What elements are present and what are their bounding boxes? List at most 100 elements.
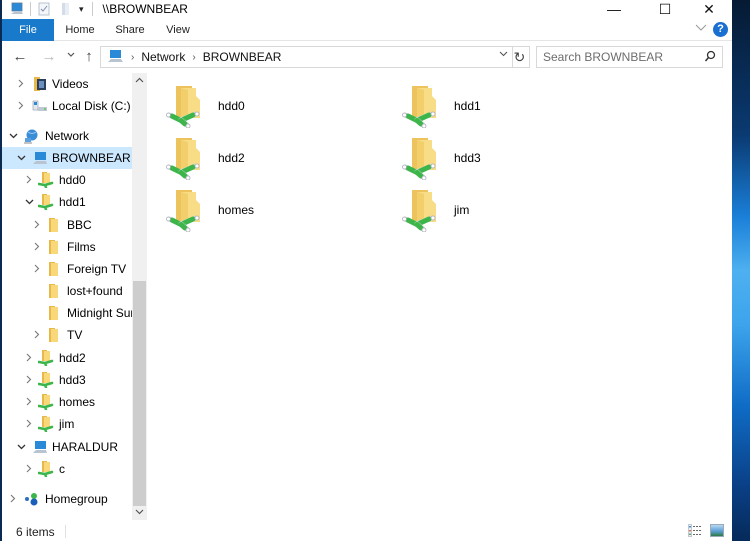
network-share-icon	[402, 84, 440, 128]
tree-item-videos[interactable]: Videos	[2, 73, 132, 95]
scrollbar-thumb[interactable]	[133, 281, 146, 506]
tree-item-homes[interactable]: homes	[2, 391, 132, 413]
tree-item-label: BROWNBEAR	[52, 151, 131, 165]
chevron-right-icon[interactable]	[32, 330, 42, 342]
chevron-right-icon[interactable]	[32, 242, 42, 254]
share-item-hdd3[interactable]: hdd3	[384, 130, 604, 178]
properties-icon[interactable]	[37, 2, 51, 16]
tree-item-network[interactable]: Network	[2, 125, 132, 147]
refresh-button[interactable]: ↻	[510, 46, 530, 68]
close-button[interactable]: ✕	[686, 0, 732, 18]
tree-item-hdd3[interactable]: hdd3	[2, 369, 132, 391]
tab-home[interactable]: Home	[58, 19, 102, 41]
share-name: homes	[218, 203, 255, 217]
tree-item-hdd2[interactable]: hdd2	[2, 347, 132, 369]
new-folder-icon[interactable]	[59, 2, 73, 16]
tree-item-label: Local Disk (C:)	[52, 99, 131, 113]
tab-view[interactable]: View	[158, 19, 198, 41]
chevron-right-icon[interactable]	[24, 419, 34, 431]
scroll-up-button[interactable]	[132, 73, 147, 88]
chevron-down-icon[interactable]	[16, 442, 26, 453]
tree-item-label: TV	[67, 328, 83, 342]
share-name: jim	[454, 203, 470, 217]
computer-icon	[10, 2, 24, 16]
expand-ribbon-icon[interactable]	[695, 22, 707, 35]
share-name: hdd1	[454, 99, 481, 113]
chevron-right-icon[interactable]	[16, 79, 26, 91]
help-icon[interactable]: ?	[713, 22, 728, 37]
share-item-hdd1[interactable]: hdd1	[384, 78, 604, 126]
local-disk-icon	[32, 98, 48, 114]
chevron-right-icon[interactable]	[24, 353, 34, 365]
tree-item-bbc[interactable]: BBC	[2, 214, 132, 236]
share-item-hdd0[interactable]: hdd0	[148, 78, 368, 126]
folder-icon	[46, 283, 62, 299]
tree-item-foreign-tv[interactable]: Foreign TV	[2, 258, 132, 280]
breadcrumb-brownbear[interactable]: BROWNBEAR	[203, 50, 282, 64]
tree-item-lost-found[interactable]: lost+found	[2, 280, 132, 302]
search-box[interactable]	[536, 46, 723, 68]
share-item-jim[interactable]: jim	[384, 182, 604, 230]
search-icon[interactable]	[704, 50, 716, 64]
chevron-right-icon[interactable]	[24, 397, 34, 409]
forward-button[interactable]: →	[40, 48, 58, 66]
window-title: \\BROWNBEAR	[102, 2, 188, 16]
chevron-down-icon[interactable]	[8, 131, 18, 142]
tree-item-c[interactable]: c	[2, 458, 132, 480]
chevron-right-icon[interactable]	[24, 175, 34, 187]
share-item-hdd2[interactable]: hdd2	[148, 130, 368, 178]
tree-item-films[interactable]: Films	[2, 236, 132, 258]
tree-item-label: Films	[67, 240, 96, 254]
tree-item-label: homes	[59, 395, 96, 409]
tree-item-label: Videos	[52, 77, 89, 91]
tree-item-label: hdd0	[59, 173, 86, 187]
search-input[interactable]	[543, 47, 703, 67]
customize-quick-access-icon[interactable]: ▾	[79, 4, 84, 15]
network-share-icon	[38, 194, 54, 210]
close-icon: ✕	[703, 0, 715, 17]
details-view-icon[interactable]	[688, 524, 702, 537]
chevron-right-icon[interactable]	[16, 101, 26, 113]
back-button[interactable]: ←	[11, 48, 29, 66]
tab-file[interactable]: File	[2, 19, 54, 41]
tree-item-hdd1[interactable]: hdd1	[2, 191, 132, 213]
breadcrumb-network[interactable]: Network	[141, 50, 185, 64]
tree-item-jim[interactable]: jim	[2, 413, 132, 435]
address-dropdown-icon[interactable]	[499, 50, 508, 61]
maximize-icon: ☐	[658, 0, 672, 17]
tree-item-homegroup[interactable]: Homegroup	[2, 488, 132, 510]
tree-item-label: Midnight Sun	[67, 306, 132, 320]
tab-share[interactable]: Share	[108, 19, 152, 41]
tree-item-brownbear[interactable]: BROWNBEAR	[2, 147, 132, 169]
homegroup-icon	[24, 491, 40, 507]
tree-item-label: hdd1	[59, 195, 86, 209]
minimize-button[interactable]: —	[591, 0, 637, 18]
chevron-right-icon[interactable]	[32, 264, 42, 276]
tree-item-haraldur[interactable]: HARALDUR	[2, 436, 132, 458]
maximize-button[interactable]: ☐	[642, 0, 688, 18]
tree-item-tv[interactable]: TV	[2, 324, 132, 346]
chevron-right-icon[interactable]	[8, 494, 18, 506]
address-bar[interactable]: › Network › BROWNBEAR	[100, 46, 513, 68]
chevron-down-icon[interactable]	[24, 197, 34, 208]
up-button[interactable]: ↑	[80, 48, 98, 66]
chevron-right-icon[interactable]	[32, 220, 42, 232]
tree-item-hdd0[interactable]: hdd0	[2, 169, 132, 191]
separator	[30, 2, 31, 16]
tree-item-midnight-sun[interactable]: Midnight Sun	[2, 302, 132, 324]
folder-icon	[46, 305, 62, 321]
recent-locations-button[interactable]	[62, 47, 80, 65]
tree-item-label: lost+found	[67, 284, 123, 298]
tree-item-local-disk-c-[interactable]: Local Disk (C:)	[2, 95, 132, 117]
nav-pane-scrollbar[interactable]	[132, 73, 147, 520]
chevron-right-icon[interactable]	[24, 375, 34, 387]
chevron-right-icon[interactable]	[24, 464, 34, 476]
network-icon	[24, 128, 40, 144]
share-item-homes[interactable]: homes	[148, 182, 368, 230]
scroll-down-button[interactable]	[132, 505, 147, 520]
large-icons-view-icon[interactable]	[710, 524, 724, 537]
chevron-down-icon[interactable]	[16, 153, 26, 164]
network-share-icon	[402, 136, 440, 180]
tree-item-label: HARALDUR	[52, 440, 119, 454]
share-name: hdd2	[218, 151, 245, 165]
